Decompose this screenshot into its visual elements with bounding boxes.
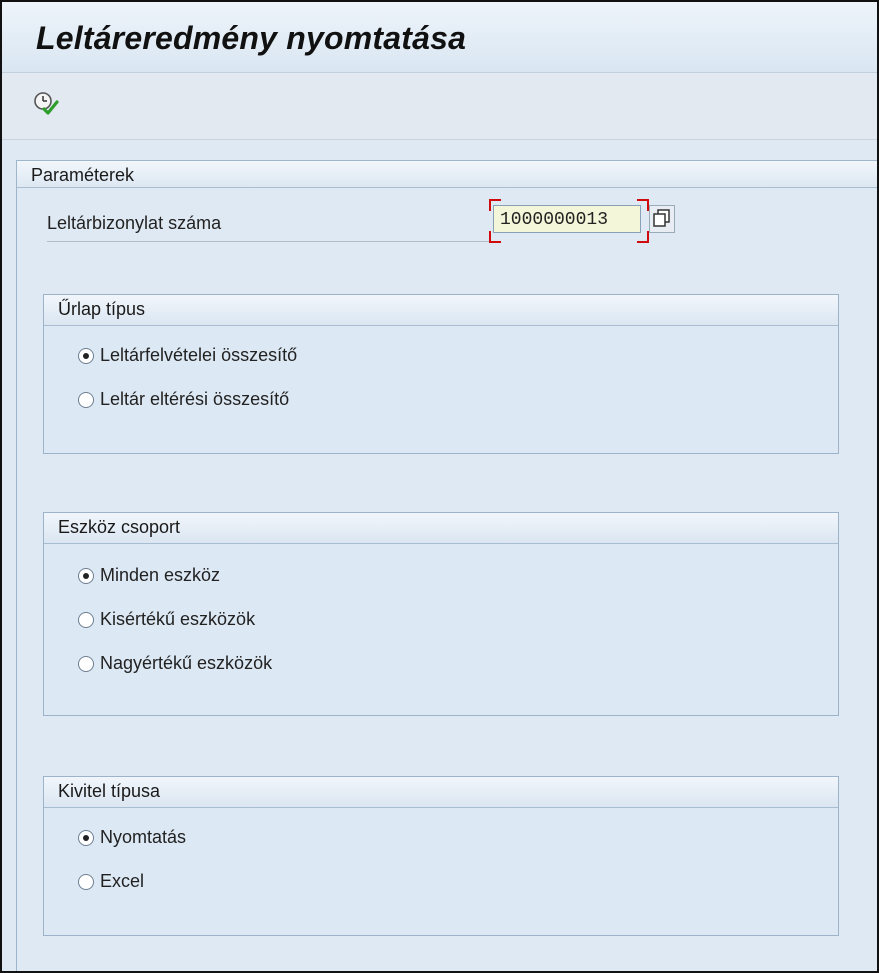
radio-label: Nagyértékű eszközök (100, 653, 273, 673)
application-toolbar (2, 73, 877, 140)
doc-number-label: Leltárbizonylat száma (47, 213, 222, 233)
title-bar: Leltáreredmény nyomtatása (2, 2, 877, 73)
output-type-group: Kivitel típusa Nyomtatás Excel (43, 776, 839, 936)
asset-group-group: Eszköz csoport Minden eszköz Kisértékű e… (43, 512, 839, 716)
radio-label: Kisértékű eszközök (100, 609, 256, 629)
radio-label: Minden eszköz (100, 565, 221, 585)
multiple-selection-button[interactable] (649, 205, 675, 233)
radio-button[interactable] (78, 612, 94, 628)
sap-window: Leltáreredmény nyomtatása Paraméterek Le… (0, 0, 879, 973)
radio-label: Leltárfelvételei összesítő (100, 345, 298, 365)
radio-button-selected[interactable] (78, 568, 94, 584)
parameters-section-header: Paraméterek (17, 161, 877, 188)
multiple-selection-icon (653, 209, 670, 227)
radio-label: Leltár eltérési összesítő (100, 389, 290, 409)
execute-clock-check-icon (34, 92, 59, 115)
radio-button[interactable] (78, 392, 94, 408)
form-type-title: Űrlap típus (58, 299, 146, 319)
page-title: Leltáreredmény nyomtatása (36, 20, 467, 56)
parameters-section-title: Paraméterek (31, 165, 135, 185)
asset-group-header: Eszköz csoport (44, 513, 838, 544)
output-type-title: Kivitel típusa (58, 781, 161, 801)
radio-button[interactable] (78, 874, 94, 890)
form-type-group: Űrlap típus Leltárfelvételei összesítő L… (43, 294, 839, 454)
radio-button-selected[interactable] (78, 348, 94, 364)
output-type-group-header: Kivitel típusa (44, 777, 838, 808)
execute-button[interactable] (32, 90, 60, 118)
doc-number-input[interactable]: 1000000013 (493, 205, 641, 233)
radio-button-selected[interactable] (78, 830, 94, 846)
selection-screen: Paraméterek Leltárbizonylat száma 100000… (16, 160, 877, 971)
form-type-group-header: Űrlap típus (44, 295, 838, 326)
radio-button[interactable] (78, 656, 94, 672)
radio-label: Nyomtatás (100, 827, 187, 847)
asset-group-title: Eszköz csoport (58, 517, 181, 537)
field-divider (47, 241, 499, 242)
radio-label: Excel (100, 871, 145, 891)
